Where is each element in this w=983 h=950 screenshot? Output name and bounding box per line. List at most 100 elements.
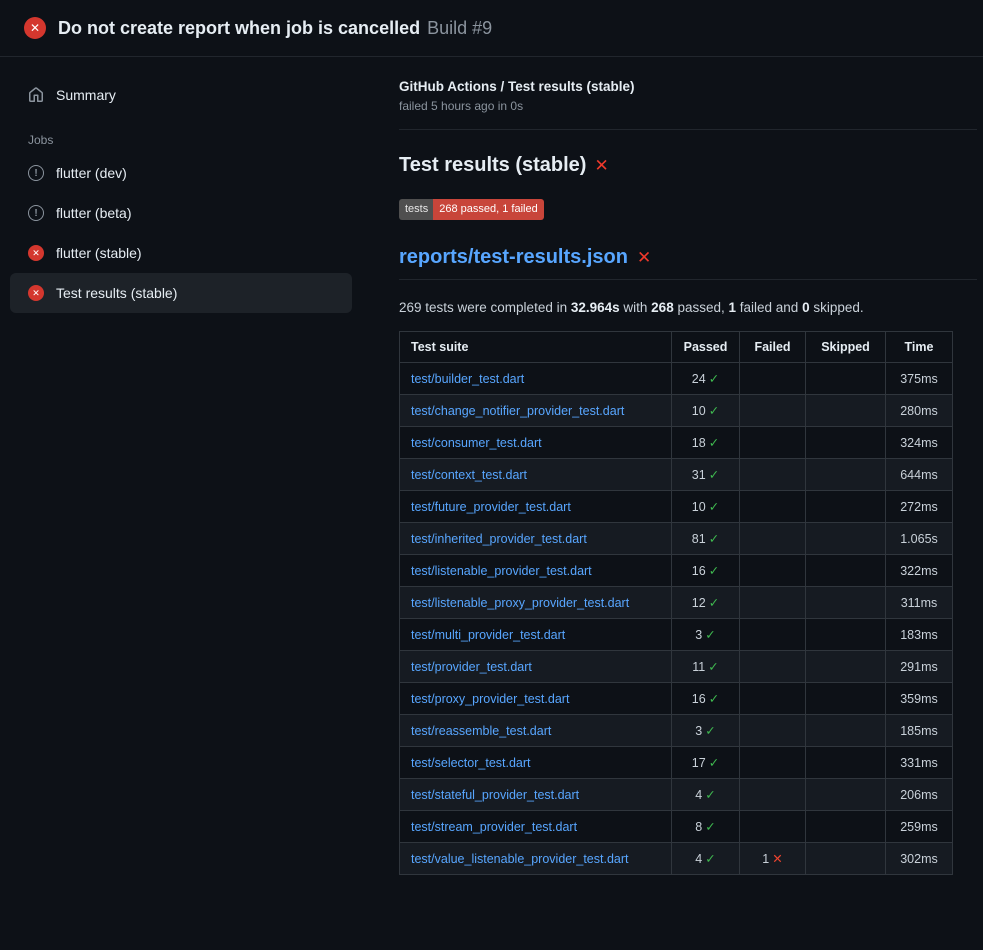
passed-cell: 16✓ (672, 683, 740, 715)
test-suite-link[interactable]: test/reassemble_test.dart (411, 724, 551, 738)
suite-cell: test/multi_provider_test.dart (400, 619, 672, 651)
skipped-cell (806, 747, 886, 779)
report-title: reports/test-results.json ✕ (399, 246, 977, 280)
failed-cell (740, 811, 806, 843)
test-suite-link[interactable]: test/proxy_provider_test.dart (411, 692, 569, 706)
sidebar-item-flutter-dev[interactable]: !flutter (dev) (10, 153, 352, 193)
skipped-cell (806, 683, 886, 715)
skipped-cell (806, 427, 886, 459)
failed-cell (740, 587, 806, 619)
suite-cell: test/value_listenable_provider_test.dart (400, 843, 672, 875)
sidebar-item-test-results-stable[interactable]: ✕Test results (stable) (10, 273, 352, 313)
results-table: Test suitePassedFailedSkippedTime test/b… (399, 331, 953, 875)
table-row: test/consumer_test.dart18✓324ms (400, 427, 953, 459)
jobs-section-label: Jobs (0, 111, 399, 153)
time-cell: 359ms (886, 683, 953, 715)
summary-text: 269 tests were completed in (399, 300, 571, 315)
passed-cell: 4✓ (672, 779, 740, 811)
test-suite-link[interactable]: test/multi_provider_test.dart (411, 628, 565, 642)
suite-cell: test/reassemble_test.dart (400, 715, 672, 747)
passed-cell: 3✓ (672, 619, 740, 651)
failed-cell (740, 683, 806, 715)
sidebar: Summary Jobs !flutter (dev)!flutter (bet… (0, 57, 399, 313)
failed-cell (740, 363, 806, 395)
passed-cell: 81✓ (672, 523, 740, 555)
failed-cell-value: 1 (762, 852, 769, 866)
test-suite-link[interactable]: test/listenable_provider_test.dart (411, 564, 592, 578)
summary-line: 269 tests were completed in 32.964s with… (399, 300, 977, 315)
test-suite-link[interactable]: test/stateful_provider_test.dart (411, 788, 579, 802)
test-suite-link[interactable]: test/provider_test.dart (411, 660, 532, 674)
test-suite-link[interactable]: test/inherited_provider_test.dart (411, 532, 587, 546)
suite-cell: test/context_test.dart (400, 459, 672, 491)
check-icon: ✓ (709, 404, 719, 418)
neutral-circle-icon: ! (28, 205, 44, 221)
time-cell: 322ms (886, 555, 953, 587)
table-row: test/listenable_provider_test.dart16✓322… (400, 555, 953, 587)
skipped-cell (806, 491, 886, 523)
summary-duration: 32.964s (571, 300, 620, 315)
time-cell: 324ms (886, 427, 953, 459)
check-icon: ✓ (705, 628, 715, 642)
table-row: test/stateful_provider_test.dart4✓206ms (400, 779, 953, 811)
failed-cell (740, 427, 806, 459)
table-body: test/builder_test.dart24✓375mstest/chang… (400, 363, 953, 875)
test-suite-link[interactable]: test/change_notifier_provider_test.dart (411, 404, 624, 418)
check-run-page: ✕ Do not create report when job is cance… (0, 0, 983, 875)
passed-cell-value: 16 (692, 692, 706, 706)
build-number: Build #9 (427, 18, 492, 39)
failed-cell (740, 747, 806, 779)
report-file-link[interactable]: reports/test-results.json (399, 246, 628, 269)
passed-cell: 10✓ (672, 491, 740, 523)
failed-x-icon: ✕ (594, 156, 608, 176)
home-icon (28, 87, 44, 103)
sidebar-item-summary[interactable]: Summary (0, 79, 399, 111)
badge-value: 268 passed, 1 failed (433, 199, 543, 220)
suite-cell: test/inherited_provider_test.dart (400, 523, 672, 555)
passed-cell-value: 3 (695, 724, 702, 738)
test-suite-link[interactable]: test/value_listenable_provider_test.dart (411, 852, 629, 866)
suite-cell: test/builder_test.dart (400, 363, 672, 395)
test-suite-link[interactable]: test/consumer_test.dart (411, 436, 542, 450)
suite-cell: test/listenable_provider_test.dart (400, 555, 672, 587)
table-row: test/inherited_provider_test.dart81✓1.06… (400, 523, 953, 555)
table-row: test/context_test.dart31✓644ms (400, 459, 953, 491)
check-icon: ✓ (705, 820, 715, 834)
test-suite-link[interactable]: test/listenable_proxy_provider_test.dart (411, 596, 629, 610)
skipped-cell (806, 843, 886, 875)
passed-cell-value: 11 (692, 660, 705, 674)
test-suite-link[interactable]: test/selector_test.dart (411, 756, 531, 770)
summary-skipped-count: 0 (802, 300, 810, 315)
test-suite-link[interactable]: test/builder_test.dart (411, 372, 524, 386)
check-icon: ✓ (709, 468, 719, 482)
failed-cell (740, 491, 806, 523)
passed-cell-value: 24 (692, 372, 706, 386)
passed-cell-value: 8 (695, 820, 702, 834)
check-icon: ✓ (708, 660, 718, 674)
passed-cell-value: 12 (692, 596, 706, 610)
check-icon: ✓ (709, 596, 719, 610)
passed-cell-value: 81 (692, 532, 706, 546)
passed-cell: 12✓ (672, 587, 740, 619)
test-suite-link[interactable]: test/context_test.dart (411, 468, 527, 482)
skipped-cell (806, 459, 886, 491)
table-row: test/listenable_proxy_provider_test.dart… (400, 587, 953, 619)
job-label: flutter (stable) (56, 245, 142, 261)
skipped-cell (806, 811, 886, 843)
test-suite-link[interactable]: test/future_provider_test.dart (411, 500, 571, 514)
test-suite-link[interactable]: test/stream_provider_test.dart (411, 820, 577, 834)
time-cell: 280ms (886, 395, 953, 427)
check-icon: ✓ (705, 852, 715, 866)
sidebar-item-flutter-stable[interactable]: ✕flutter (stable) (10, 233, 352, 273)
passed-cell: 4✓ (672, 843, 740, 875)
sidebar-item-flutter-beta[interactable]: !flutter (beta) (10, 193, 352, 233)
run-meta: failed 5 hours ago in 0s (399, 99, 977, 113)
jobs-list: !flutter (dev)!flutter (beta)✕flutter (s… (0, 153, 399, 313)
passed-cell-value: 4 (695, 852, 702, 866)
suite-cell: test/change_notifier_provider_test.dart (400, 395, 672, 427)
passed-cell: 17✓ (672, 747, 740, 779)
summary-failed-count: 1 (729, 300, 737, 315)
table-row: test/proxy_provider_test.dart 16✓ 359ms (400, 683, 953, 715)
failed-x-icon: ✕ (637, 248, 651, 268)
section-title-text: Test results (stable) (399, 154, 586, 177)
